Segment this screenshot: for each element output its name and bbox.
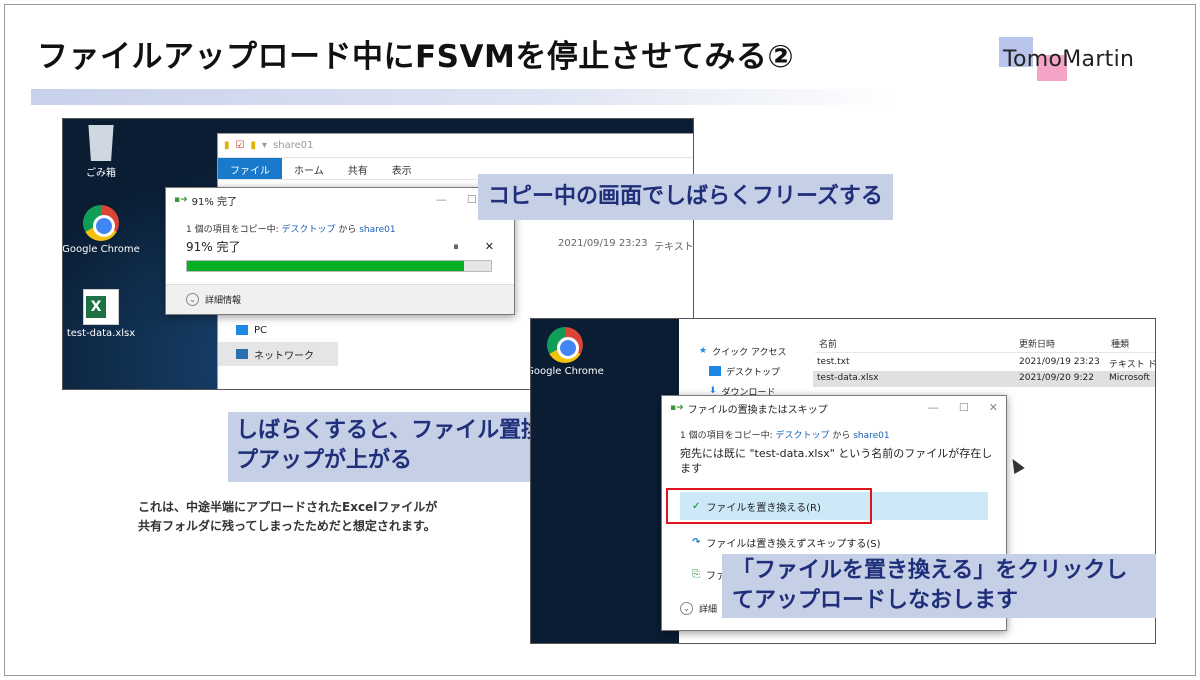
file-name: test-data.xlsx (817, 373, 879, 383)
details-label: 詳細情報 (205, 296, 242, 306)
desktop-icon-chrome[interactable]: Google Chrome (62, 205, 141, 255)
title-underline (31, 89, 901, 105)
file-type: テキスト ドキ (1109, 360, 1156, 370)
chrome-icon (547, 327, 583, 363)
file-date: 2021/09/19 23:23 (1019, 357, 1100, 367)
pause-button[interactable]: ⏸ (453, 240, 459, 254)
copy-description: 1 個の項目をコピー中: デスクトップ から share01 (186, 222, 396, 235)
nav-item-network[interactable]: ネットワーク (218, 342, 338, 366)
callout-click-replace: 「ファイルを置き換える」をクリックしてアップロードしなおします (722, 554, 1156, 618)
desc-prefix: 1 個の項目をコピー中: (186, 225, 282, 235)
nav-item-label: PC (254, 324, 268, 336)
close-icon[interactable]: ✕ (989, 401, 998, 414)
page-title: ファイルアップロード中にFSVMを停止させてみる② (37, 39, 795, 75)
nav-item-label: デスクトップ (726, 367, 781, 378)
destination-link[interactable]: share01 (853, 431, 889, 441)
nav-item-label: ネットワーク (254, 350, 314, 362)
progress-bar (186, 260, 492, 272)
logo-text: TomoMartin (1003, 47, 1135, 72)
chevron-down-icon: ⌄ (680, 602, 693, 615)
desc-prefix: 1 個の項目をコピー中: (680, 431, 776, 441)
conflict-message: 宛先には既に "test-data.xlsx" という名前のファイルが存在します (680, 447, 993, 475)
desktop-folder-icon (709, 366, 721, 376)
tab-file[interactable]: ファイル (218, 158, 282, 179)
file-name: test.txt (817, 357, 850, 367)
maximize-icon[interactable]: ☐ (959, 401, 969, 414)
explanation-note: これは、中途半端にアプロードされたExcelファイルが 共有フォルダに残ってしま… (138, 498, 437, 536)
highlight-box (666, 488, 872, 524)
compare-icon: ⎘ (692, 568, 700, 580)
file-row[interactable]: test-data.xlsx 2021/09/20 9:22 Microsoft (813, 371, 1155, 387)
file-date: 2021/09/20 9:22 (1019, 373, 1094, 383)
quick-access-toolbar: ▮ ☑ ▮ ▾ share01 (218, 134, 693, 158)
details-toggle[interactable]: ⌄ 詳細 (680, 602, 717, 615)
progress-controls: ⏸ ✕ (453, 240, 494, 254)
column-type[interactable]: 種類 (1111, 337, 1129, 350)
skip-file-option[interactable]: ↷ ファイルは置き換えずスキップする(S) (680, 528, 988, 556)
option-label: ファイルは置き換えずスキップする(S) (706, 538, 881, 550)
desc-mid: から (829, 431, 854, 441)
destination-link[interactable]: share01 (359, 225, 395, 235)
window-path: share01 (273, 140, 314, 151)
minimize-icon[interactable]: — (928, 401, 939, 414)
column-date[interactable]: 更新日時 (1019, 337, 1055, 350)
note-line: 共有フォルダに残ってしまったためだと想定されます。 (138, 519, 436, 533)
note-line: これは、中途半端にアプロードされたExcelファイルが (138, 500, 438, 514)
desktop-icon-label: test-data.xlsx (66, 328, 136, 339)
source-link[interactable]: デスクトップ (281, 225, 335, 235)
nav-item-desktop[interactable]: デスクトップ (699, 361, 791, 381)
excel-file-icon (83, 289, 119, 325)
details-toggle[interactable]: ⌄ 詳細情報 (166, 284, 514, 314)
file-type: テキスト ドキ (654, 242, 694, 253)
window-controls: — ☐ ✕ (928, 401, 998, 414)
maximize-icon[interactable]: ☐ (467, 193, 477, 206)
source-link[interactable]: デスクトップ (775, 431, 829, 441)
progress-status: 91% 完了 (186, 240, 241, 254)
desktop-icon-xlsx[interactable]: test-data.xlsx (63, 289, 141, 339)
desktop-icon-chrome[interactable]: Google Chrome (530, 327, 605, 377)
nav-item-pc[interactable]: PC (218, 318, 338, 342)
desc-mid: から (335, 225, 360, 235)
network-icon (236, 349, 248, 359)
chrome-icon (83, 205, 119, 241)
tab-home[interactable]: ホーム (282, 158, 336, 179)
desktop-icon-recycle-bin[interactable]: ごみ箱 (63, 125, 141, 179)
cancel-button[interactable]: ✕ (485, 240, 494, 254)
new-folder-icon[interactable]: ▮ (250, 140, 256, 151)
dialog-title: 91% 完了 (191, 196, 238, 208)
column-name[interactable]: 名前 (819, 337, 837, 350)
pc-icon (236, 325, 248, 335)
file-type: Microsoft (1109, 373, 1150, 383)
star-icon: ★ (699, 346, 708, 356)
desktop-icon-label: Google Chrome (530, 366, 604, 377)
copy-progress-dialog: ▪➜ 91% 完了 — ☐ ✕ 1 個の項目をコピー中: デスクトップ から s… (165, 187, 515, 315)
folder-icon[interactable]: ▮ (224, 140, 230, 151)
copy-description: 1 個の項目をコピー中: デスクトップ から share01 (680, 428, 890, 441)
copy-icon: ▪➜ (670, 403, 684, 413)
chevron-down-icon: ⌄ (186, 293, 199, 306)
nav-item-quick-access[interactable]: ★ クイック アクセス (699, 341, 791, 361)
chevron-down-icon[interactable]: ▾ (262, 140, 267, 151)
tab-share[interactable]: 共有 (336, 158, 380, 179)
details-label: 詳細 (699, 605, 718, 615)
file-row[interactable]: test.txt 2021/09/19 23:23 テキスト ドキ (813, 355, 1155, 371)
logo: TomoMartin (995, 35, 1155, 87)
callout-freeze: コピー中の画面でしばらくフリーズする (478, 174, 893, 220)
navigation-pane: ★ クイック アクセス デスクトップ ⬇ ダウンロード (699, 341, 791, 401)
file-list-header: 名前 更新日時 種類 (815, 333, 1155, 353)
desktop-icon-label: ごみ箱 (86, 168, 116, 179)
copy-icon: ▪➜ (174, 195, 188, 205)
progress-fill (187, 261, 464, 271)
properties-icon[interactable]: ☑ (236, 140, 245, 151)
recycle-bin-icon (88, 125, 114, 161)
desktop-icon-label: Google Chrome (62, 244, 140, 255)
navigation-pane: PC ネットワーク (218, 318, 338, 366)
minimize-icon[interactable]: — (436, 193, 447, 206)
skip-icon: ↷ (692, 536, 701, 548)
dialog-title: ファイルの置換またはスキップ (687, 404, 828, 416)
tab-view[interactable]: 表示 (380, 158, 424, 179)
nav-item-label: クイック アクセス (712, 347, 787, 358)
file-date: 2021/09/19 23:23 (558, 238, 648, 249)
